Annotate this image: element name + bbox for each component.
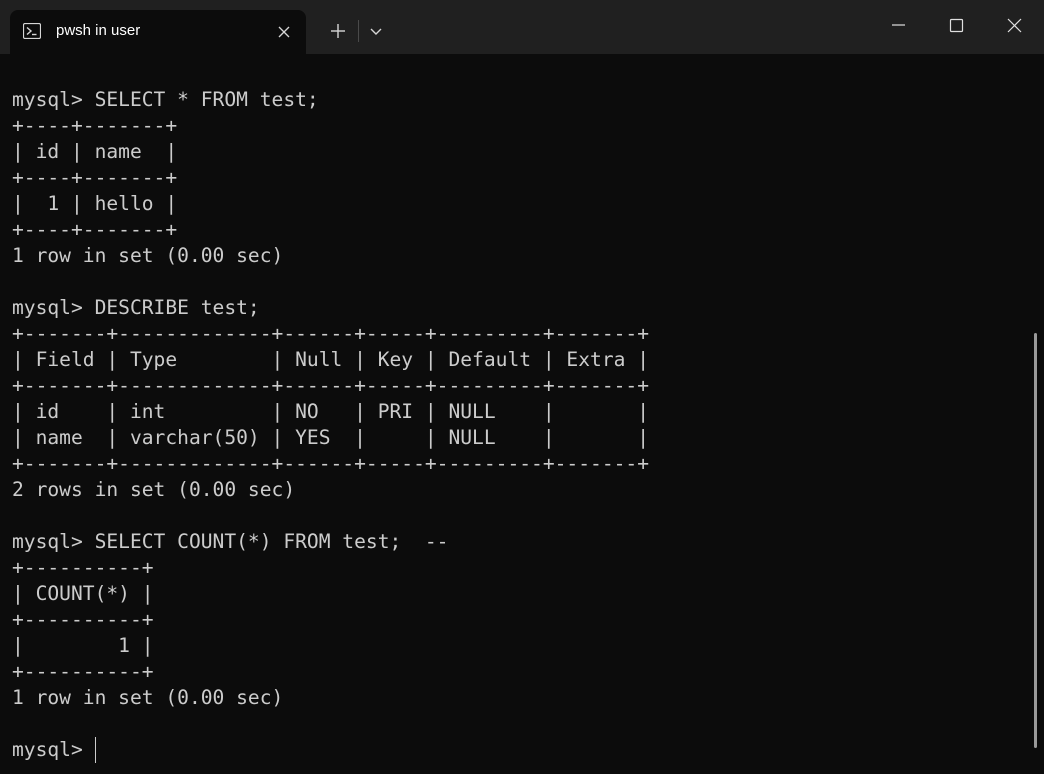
tab-separator xyxy=(358,20,359,42)
new-tab-button[interactable] xyxy=(318,16,358,48)
terminal-line: mysql> SELECT COUNT(*) FROM test; -- xyxy=(12,530,449,553)
tab-dropdown-button[interactable] xyxy=(360,16,392,48)
terminal-line: mysql> DESCRIBE test; xyxy=(12,296,260,319)
terminal-line: +-------+-------------+------+-----+----… xyxy=(12,452,650,475)
terminal-line: | COUNT(*) | xyxy=(12,582,154,605)
chevron-down-icon xyxy=(360,28,392,52)
terminal-line: | 1 | hello | xyxy=(12,192,178,215)
terminal-line: 2 rows in set (0.00 sec) xyxy=(12,478,296,501)
powershell-icon xyxy=(22,22,42,40)
terminal-line: | id | name | xyxy=(12,140,178,163)
terminal-line: +-------+-------------+------+-----+----… xyxy=(12,374,650,397)
terminal-line: +-------+-------------+------+-----+----… xyxy=(12,322,650,345)
scrollbar-thumb[interactable] xyxy=(1034,333,1037,748)
plus-icon xyxy=(318,24,358,52)
terminal-line: +----+-------+ xyxy=(12,114,178,137)
terminal-line: | id | int | NO | PRI | NULL | | xyxy=(12,400,650,423)
terminal-line: 1 row in set (0.00 sec) xyxy=(12,244,284,267)
terminal-line: 1 row in set (0.00 sec) xyxy=(12,686,284,709)
terminal-prompt[interactable]: mysql> xyxy=(12,737,95,763)
terminal-line: mysql> SELECT * FROM test; xyxy=(12,88,319,111)
minimize-button[interactable] xyxy=(870,0,928,50)
terminal-line: +----------+ xyxy=(12,608,154,631)
terminal-line: +----------+ xyxy=(12,660,154,683)
tab-pwsh[interactable]: pwsh in user xyxy=(10,10,306,54)
terminal-line: +----------+ xyxy=(12,556,154,579)
terminal-line: | 1 | xyxy=(12,634,154,657)
close-tab-icon[interactable] xyxy=(274,22,294,42)
close-window-button[interactable] xyxy=(986,0,1044,50)
maximize-button[interactable] xyxy=(928,0,986,50)
text-cursor xyxy=(95,737,96,763)
title-bar: pwsh in user xyxy=(0,0,1044,54)
terminal-window: pwsh in user mysql> SELECT * FROM test; … xyxy=(0,0,1044,774)
terminal-line: | Field | Type | Null | Key | Default | … xyxy=(12,348,650,371)
terminal-line: +----+-------+ xyxy=(12,166,178,189)
terminal-line: +----+-------+ xyxy=(12,218,178,241)
terminal-line: | name | varchar(50) | YES | | NULL | | xyxy=(12,426,650,449)
tab-title: pwsh in user xyxy=(56,22,141,39)
